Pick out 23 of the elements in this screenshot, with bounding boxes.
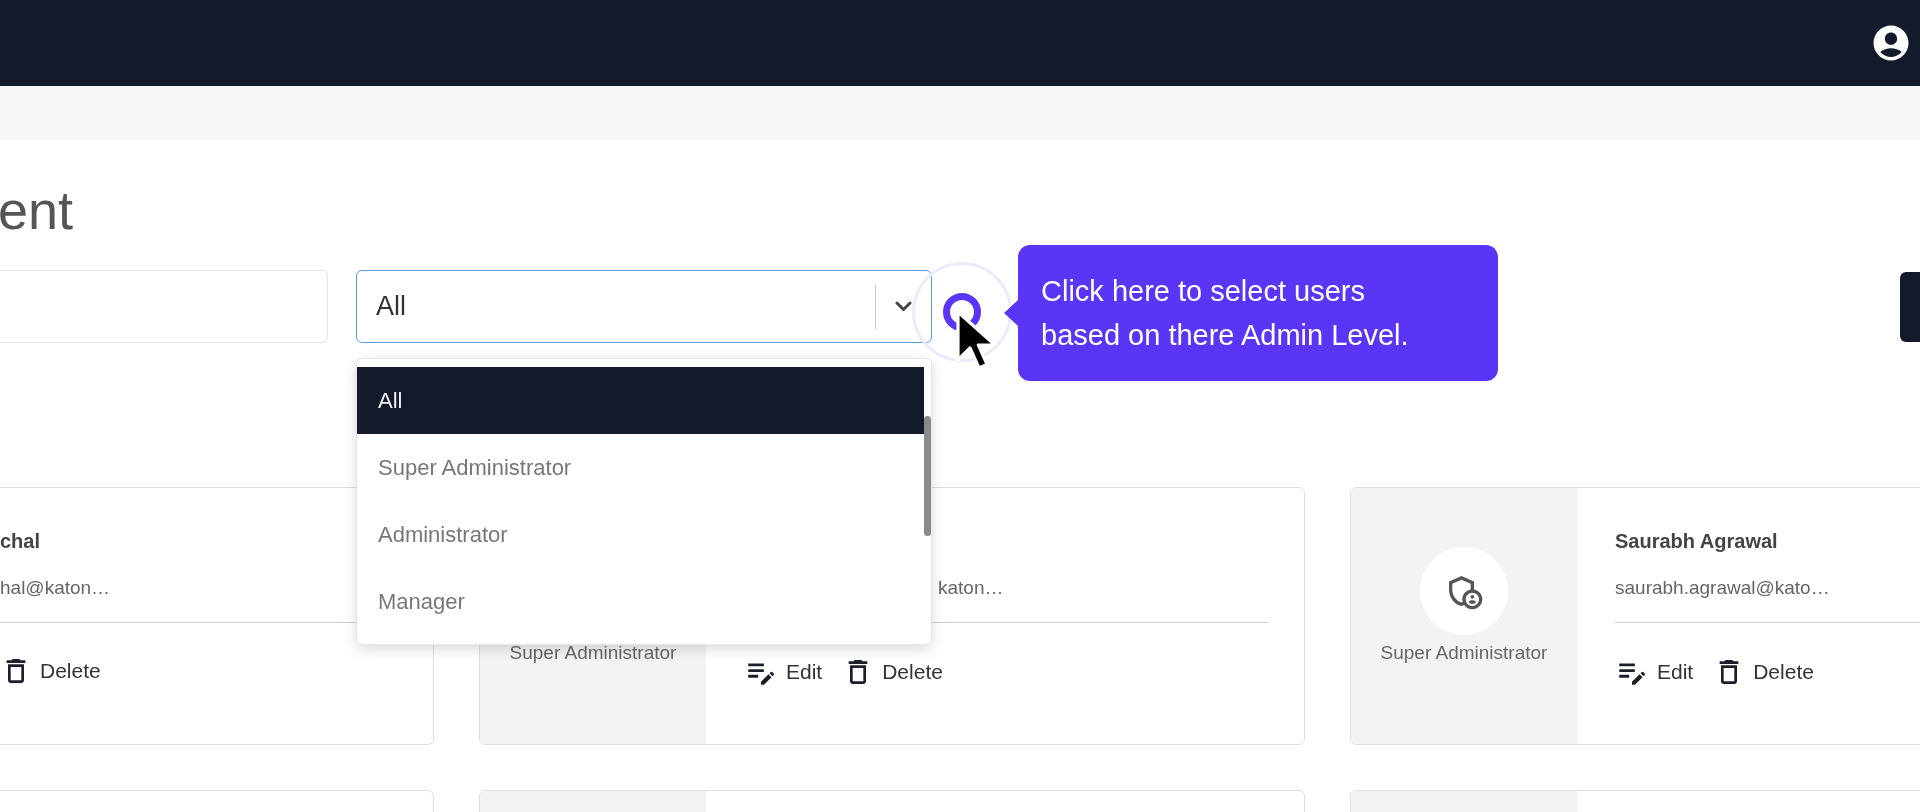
delete-button[interactable]: Delete (842, 656, 943, 688)
user-name: Saurabh Agrawal (1615, 530, 1778, 552)
role-select[interactable]: All (356, 270, 932, 343)
chevron-down-icon (895, 301, 912, 312)
dropdown-option[interactable]: All (357, 367, 924, 434)
role-label: Super Administrator (1380, 641, 1548, 665)
user-name: chal (0, 530, 41, 552)
user-email: hal@katon… (0, 577, 111, 598)
edit-button[interactable]: Edit (744, 655, 823, 689)
edit-button[interactable]: Edit (1615, 655, 1694, 689)
delete-button[interactable]: Delete (0, 655, 101, 687)
delete-button[interactable]: Delete (1713, 656, 1814, 688)
dropdown-option[interactable]: Manager (357, 568, 924, 635)
user-email: katon… (938, 577, 1004, 598)
role-label: Super Administrator (509, 641, 677, 665)
input-field[interactable] (0, 270, 328, 343)
user-email: saurabh.agrawal@kato… (1615, 577, 1830, 598)
tour-tooltip: Click here to select users based on there Admin Level. (1018, 245, 1498, 381)
action-button[interactable] (1900, 271, 1920, 342)
page-title: ent (0, 179, 75, 242)
dropdown-option[interactable]: Super Administrator (357, 434, 924, 501)
scrollbar-thumb[interactable] (924, 416, 931, 536)
dropdown-option[interactable]: Administrator (357, 501, 924, 568)
